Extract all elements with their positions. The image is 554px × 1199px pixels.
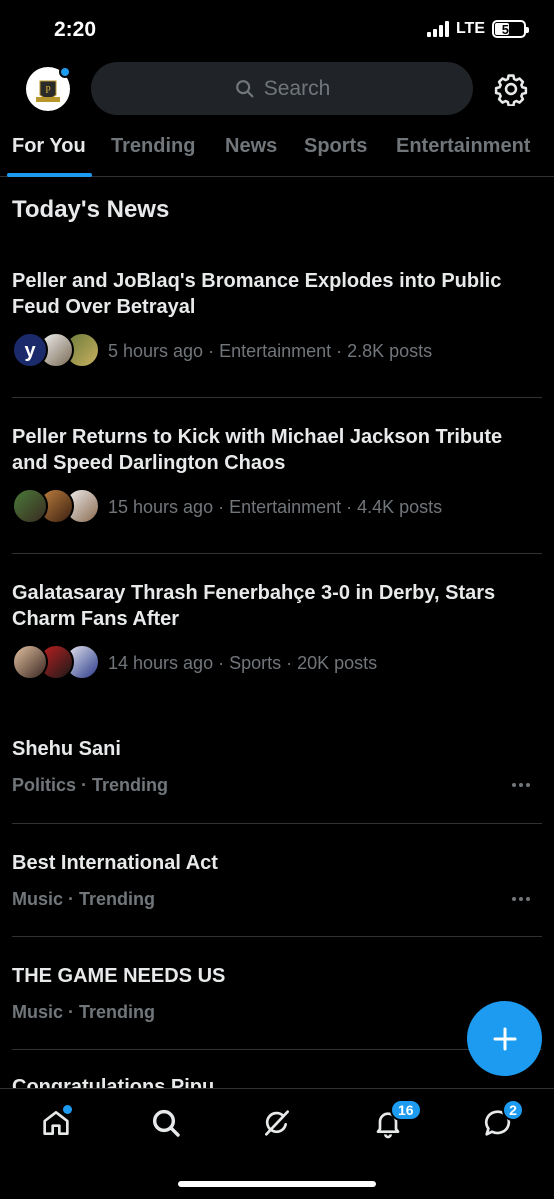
trend-meta: Politics · Trending [12, 775, 169, 795]
trend-title: Congratulations Pipu [12, 1076, 215, 1088]
grok-icon [265, 1110, 289, 1136]
tab-for-you[interactable]: For You [12, 135, 86, 158]
battery-icon: 50 [492, 20, 529, 38]
news-item[interactable]: Peller and JoBlaq's Bromance Explodes in… [12, 268, 542, 378]
news-item[interactable]: Peller Returns to Kick with Michael Jack… [12, 424, 542, 534]
tab-entertainment[interactable]: Entertainment [396, 135, 530, 158]
news-headline: Galatasaray Thrash Fenerbahçe 3-0 in Der… [12, 582, 496, 630]
active-tab-indicator [7, 173, 92, 177]
tab-sports[interactable]: Sports [304, 135, 367, 158]
compose-post-button[interactable] [467, 1001, 542, 1076]
explore-tabs: For You Trending News Sports Entertainme… [0, 120, 554, 177]
news-meta: 14 hours ago · Sports · 20K posts [12, 644, 377, 682]
status-time: 2:20 [54, 18, 97, 41]
news-avatars [12, 644, 102, 682]
more-options-icon[interactable] [512, 897, 530, 901]
section-title: Today's News [12, 196, 170, 223]
battery-percent: 50 [501, 21, 517, 37]
status-indicators: LTE 50 [426, 20, 529, 38]
divider [12, 397, 542, 398]
trend-item[interactable]: Best International Act Music · Trending [12, 852, 542, 922]
notifications-badge: 16 [390, 1099, 422, 1121]
home-unread-dot [63, 1105, 72, 1114]
news-headline: Peller and JoBlaq's Bromance Explodes in… [12, 270, 502, 318]
svg-text:P: P [45, 85, 51, 96]
nav-home[interactable] [36, 1103, 76, 1143]
avatar-notification-dot [59, 66, 71, 78]
svg-text:y: y [24, 340, 36, 362]
news-item[interactable]: Galatasaray Thrash Fenerbahçe 3-0 in Der… [12, 580, 542, 690]
nav-notifications[interactable]: 16 [368, 1099, 422, 1143]
settings-gear-icon[interactable] [494, 72, 528, 106]
trend-title: Best International Act [12, 852, 218, 874]
news-avatars: y [12, 332, 102, 370]
news-meta: y 5 hours ago · Entertainment · 2.8K pos… [12, 332, 432, 370]
trend-item-partial[interactable]: Congratulations Pipu [12, 1072, 542, 1088]
search-bar[interactable]: Search [91, 62, 473, 115]
divider [12, 823, 542, 824]
news-avatars [12, 488, 102, 526]
trend-item[interactable]: Shehu Sani Politics · Trending [12, 738, 542, 808]
avatar-image [12, 644, 48, 680]
nav-explore[interactable] [146, 1103, 186, 1143]
plus-icon [493, 1027, 516, 1050]
trend-meta: Music · Trending [12, 889, 156, 909]
nav-grok[interactable] [257, 1103, 297, 1143]
more-options-icon[interactable] [512, 783, 530, 787]
trend-item[interactable]: THE GAME NEEDS US Music · Trending [12, 965, 542, 1035]
tab-news[interactable]: News [225, 135, 277, 158]
divider [12, 1049, 542, 1050]
trend-title: THE GAME NEEDS US [12, 965, 226, 987]
news-meta-text: 14 hours ago · Sports · 20K posts [108, 652, 378, 673]
search-placeholder: Search [263, 76, 331, 100]
nav-messages[interactable]: 2 [478, 1099, 524, 1143]
messages-badge: 2 [502, 1099, 524, 1121]
search-icon [152, 1109, 180, 1137]
network-type: LTE [455, 20, 485, 37]
status-bar: 2:20 LTE 50 [0, 0, 554, 60]
news-meta: 15 hours ago · Entertainment · 4.4K post… [12, 488, 442, 526]
news-meta-text: 5 hours ago · Entertainment · 2.8K posts [108, 340, 433, 361]
trend-meta: Music · Trending [12, 1002, 156, 1022]
home-indicator [178, 1181, 376, 1187]
signal-icon [426, 21, 449, 37]
profile-avatar[interactable]: P [26, 66, 71, 111]
top-header: P Search [0, 60, 554, 120]
divider [12, 553, 542, 554]
search-icon [235, 79, 254, 97]
news-headline: Peller Returns to Kick with Michael Jack… [12, 426, 503, 474]
trend-title: Shehu Sani [12, 738, 121, 760]
tab-trending[interactable]: Trending [111, 135, 195, 158]
avatar-image [12, 488, 48, 524]
divider [12, 936, 542, 937]
avatar-image: y [12, 332, 48, 368]
news-meta-text: 15 hours ago · Entertainment · 4.4K post… [108, 496, 443, 517]
